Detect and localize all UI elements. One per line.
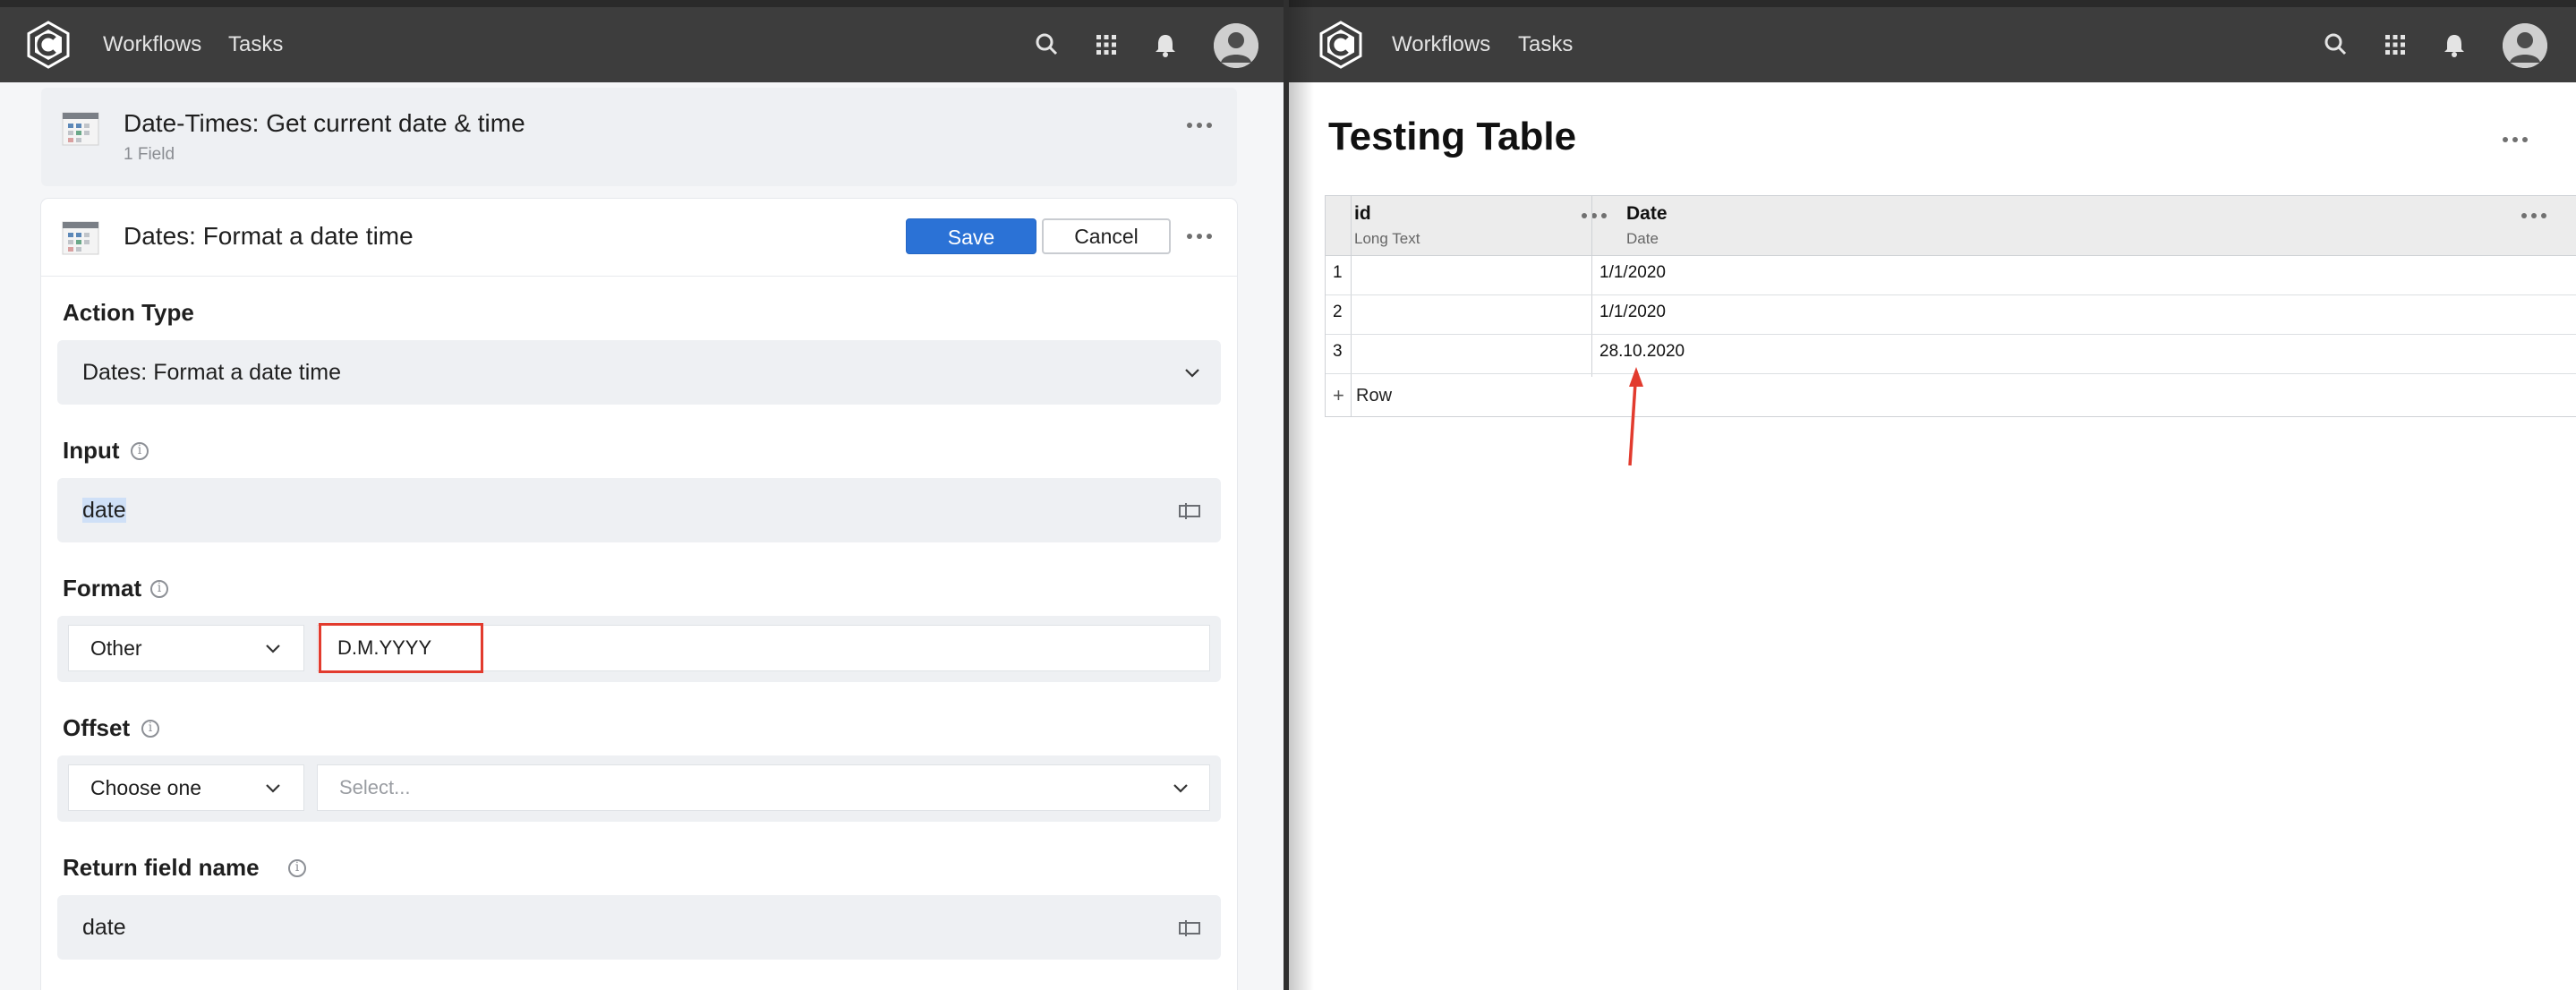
divider xyxy=(41,276,1237,277)
previous-step-title: Date-Times: Get current date & time xyxy=(124,109,525,137)
offset-value-select[interactable]: Select... xyxy=(317,764,1210,811)
chevron-down-icon xyxy=(1173,784,1188,793)
nav-workflows[interactable]: Workflows xyxy=(103,7,201,82)
current-step-title: Dates: Format a date time xyxy=(124,222,414,250)
nav-tasks[interactable]: Tasks xyxy=(228,7,283,82)
chevron-down-icon xyxy=(266,784,280,793)
format-type-select[interactable]: Other xyxy=(68,625,304,671)
format-type-value: Other xyxy=(90,636,142,660)
input-info-icon[interactable] xyxy=(131,442,149,460)
return-field-info-icon[interactable] xyxy=(288,859,306,877)
format-label: Format xyxy=(63,575,142,602)
return-field-label: Return field name xyxy=(63,854,260,881)
input-label: Input xyxy=(63,437,120,464)
offset-placeholder: Select... xyxy=(339,776,411,798)
return-field-value: date xyxy=(82,915,126,940)
offset-label: Offset xyxy=(63,714,131,741)
chevron-down-icon xyxy=(1185,369,1199,378)
previous-step-card[interactable]: Date-Times: Get current date & time 1 Fi… xyxy=(41,88,1237,186)
annotation-arrow-icon xyxy=(1628,367,1643,466)
previous-step-subtitle: 1 Field xyxy=(124,145,175,164)
calendar-icon xyxy=(62,112,99,146)
chevron-down-icon xyxy=(266,644,280,653)
apps-grid-icon[interactable] xyxy=(1088,27,1124,63)
offset-type-select[interactable]: Choose one xyxy=(68,764,304,811)
action-type-select[interactable]: Dates: Format a date time xyxy=(57,340,1221,405)
format-info-icon[interactable] xyxy=(150,580,168,598)
avatar-icon xyxy=(1214,23,1258,68)
search-icon[interactable] xyxy=(1029,27,1065,63)
save-button[interactable]: Save xyxy=(906,218,1036,254)
return-field-input[interactable]: date xyxy=(57,895,1221,960)
cancel-button[interactable]: Cancel xyxy=(1042,218,1171,254)
offset-info-icon[interactable] xyxy=(141,720,159,738)
offset-type-value: Choose one xyxy=(90,776,202,799)
offset-row: Choose one Select... xyxy=(57,755,1221,822)
calendar-icon xyxy=(62,221,99,255)
current-step-more-icon[interactable] xyxy=(1181,227,1217,245)
previous-step-more-icon[interactable] xyxy=(1181,116,1217,134)
left-window: Workflows Tasks Date-Times: Get current … xyxy=(0,0,1284,990)
top-bar: Workflows Tasks xyxy=(0,0,1284,82)
bell-icon[interactable] xyxy=(1147,27,1183,63)
insert-variable-icon[interactable] xyxy=(1178,501,1201,519)
input-value: date xyxy=(82,498,126,523)
insert-variable-icon[interactable] xyxy=(1178,918,1201,936)
format-row: Other D.M.YYYY xyxy=(57,616,1221,682)
current-step-card: Dates: Format a date time Save Cancel Ac… xyxy=(41,199,1237,990)
app-logo-icon[interactable] xyxy=(23,20,73,70)
right-window: Workflows Tasks Testing Table id Long Te… xyxy=(1289,0,2576,990)
input-field[interactable]: date xyxy=(57,478,1221,542)
user-avatar[interactable] xyxy=(1214,23,1258,68)
action-type-value: Dates: Format a date time xyxy=(82,360,342,385)
highlight-box xyxy=(319,623,483,673)
action-type-label: Action Type xyxy=(63,299,194,326)
